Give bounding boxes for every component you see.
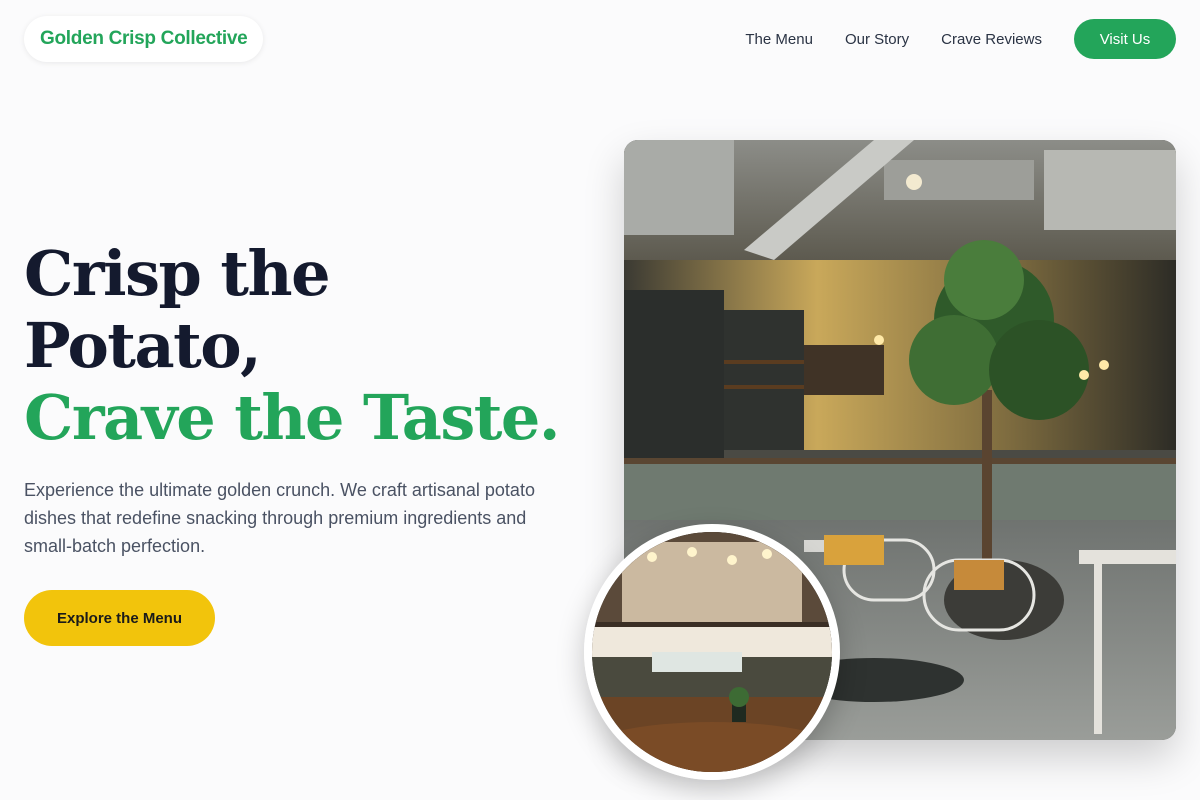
- hero-title-line3: Crave the Taste.: [24, 381, 560, 454]
- nav-link-story[interactable]: Our Story: [845, 31, 909, 48]
- cafe-counter-image: [584, 524, 840, 780]
- hero-title-line1: Crisp the: [24, 237, 331, 310]
- hero-title: Crisp the Potato, Crave the Taste.: [24, 237, 560, 454]
- hero-description: Experience the ultimate golden crunch. W…: [24, 480, 535, 556]
- main-nav: The Menu Our Story Crave Reviews Visit U…: [745, 19, 1176, 59]
- nav-link-menu[interactable]: The Menu: [745, 31, 813, 48]
- explore-menu-button[interactable]: Explore the Menu: [24, 590, 215, 646]
- brand-logo[interactable]: Golden Crisp Collective: [24, 16, 264, 62]
- visit-us-button[interactable]: Visit Us: [1074, 19, 1176, 59]
- hero-title-line2: Potato,: [24, 309, 262, 382]
- nav-link-reviews[interactable]: Crave Reviews: [941, 31, 1042, 48]
